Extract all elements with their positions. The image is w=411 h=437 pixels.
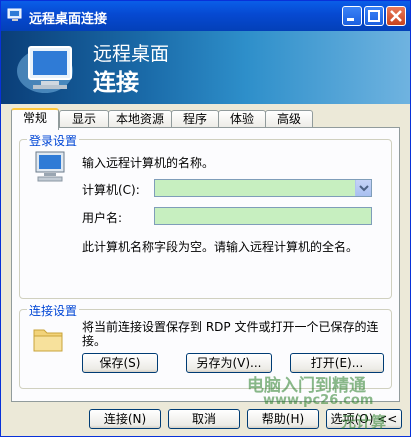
folder-icon	[33, 329, 63, 352]
window-title: 远程桌面连接	[29, 12, 108, 27]
computer-name-hint: 此计算机名称字段为空。请输入远程计算机的全名。	[82, 240, 359, 254]
remote-desktop-app-icon	[7, 8, 22, 21]
tab-experience[interactable]: 体验	[218, 110, 266, 128]
minimize-icon	[347, 18, 354, 21]
computer-label: 计算机(C):	[82, 183, 140, 197]
connection-description: 将当前连接设置保存到 RDP 文件或打开一个已保存的连接。	[82, 320, 379, 348]
banner-title-line2: 连接	[93, 70, 139, 96]
tab-advanced[interactable]: 高级	[265, 110, 313, 128]
username-field[interactable]	[154, 207, 372, 225]
connection-settings-legend: 连接设置	[27, 302, 80, 319]
maximize-icon	[368, 10, 380, 22]
help-button[interactable]: 帮助(H)	[247, 409, 319, 429]
tab-local-resources[interactable]: 本地资源	[108, 110, 172, 128]
computer-dropdown[interactable]	[154, 179, 372, 197]
tab-general[interactable]: 常规	[11, 108, 59, 130]
login-settings-legend: 登录设置	[27, 132, 80, 149]
tab-display[interactable]: 显示	[59, 110, 109, 128]
cancel-button[interactable]: 取消	[168, 409, 240, 429]
title-bar[interactable]: 远程桌面连接	[1, 1, 410, 31]
save-button[interactable]: 保存(S)	[82, 353, 158, 373]
remote-computer-icon	[17, 46, 73, 93]
chevron-down-icon	[359, 185, 369, 192]
minimize-button[interactable]	[342, 6, 362, 26]
general-tab-panel: 登录设置 输入远程计算机的名称。 计算机(C): 用户名: 此计算机名称字段为空…	[11, 127, 400, 402]
watermark-url: www.pc26.com	[263, 393, 374, 408]
close-icon	[390, 10, 402, 22]
tab-programs[interactable]: 程序	[171, 110, 219, 128]
computer-icon	[35, 151, 65, 182]
remote-desktop-window: 远程桌面连接 远程桌面 连接 常规 显示 本地资源 程序 体验 高级 登录设置	[0, 0, 411, 437]
login-instruction: 输入远程计算机的名称。	[82, 156, 215, 170]
close-button[interactable]	[386, 6, 406, 26]
connect-button[interactable]: 连接(N)	[89, 409, 161, 429]
login-settings-group: 登录设置 输入远程计算机的名称。 计算机(C): 用户名: 此计算机名称字段为空…	[19, 132, 392, 299]
banner-title-line1: 远程桌面	[93, 43, 170, 65]
computer-dropdown-button[interactable]	[355, 180, 371, 196]
open-button[interactable]: 打开(E)...	[290, 353, 384, 373]
save-as-button[interactable]: 另存为(V)...	[186, 353, 272, 373]
maximize-button[interactable]	[364, 6, 384, 26]
username-label: 用户名:	[82, 211, 123, 225]
watermark-logo-text: 元计算	[341, 413, 387, 431]
header-banner: 远程桌面 连接	[1, 31, 410, 104]
